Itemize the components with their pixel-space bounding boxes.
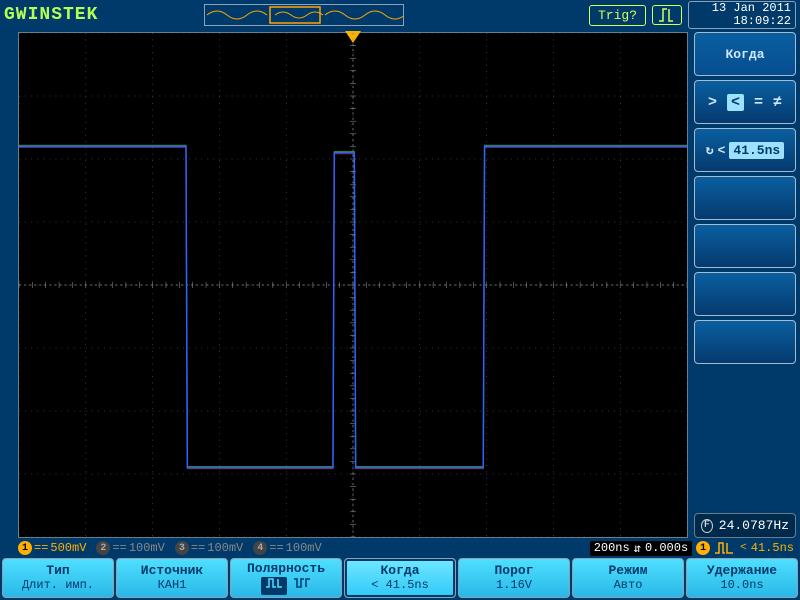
menu-type-label: Тип (46, 563, 69, 578)
trigger-readout: 1 < 41.5ns (696, 541, 794, 555)
polarity-pos-icon (261, 577, 287, 595)
menu-holdoff-sub: 10.0ns (720, 578, 763, 593)
menu-when-sub: < 41.5ns (371, 578, 429, 593)
menu-mode-label: Режим (608, 563, 647, 578)
softkey-title-label: Когда (725, 47, 764, 62)
timebase-readout: 200ns ⇵ 0.000s (590, 541, 692, 556)
ch1-vdiv: 500mV (50, 541, 86, 555)
brand-logo: GWINSTEK (4, 5, 98, 25)
menu-polarity-label: Полярность (247, 561, 325, 576)
menu-source[interactable]: Источник КАН1 (116, 558, 228, 598)
ch2-num: 2 (96, 541, 110, 555)
channel-readout-row: 1 == 500mV 2 == 100mV 3 == 100mV 4 == 10… (0, 540, 800, 556)
ch3-vdiv: 100mV (207, 541, 243, 555)
edge-indicator (652, 5, 682, 25)
menu-source-sub: КАН1 (158, 578, 187, 593)
menu-threshold-label: Порог (494, 563, 533, 578)
softkey-empty-2[interactable] (694, 224, 796, 268)
ch1-num: 1 (18, 541, 32, 555)
polarity-neg-icon (293, 577, 311, 595)
pulse-icon (714, 541, 736, 555)
trig-level-value: 41.5ns (751, 541, 794, 555)
menu-type[interactable]: Тип Длит. имп. (2, 558, 114, 598)
opt-gt: > (708, 94, 717, 111)
menu-polarity[interactable]: Полярность (230, 558, 342, 598)
softkey-empty-3[interactable] (694, 272, 796, 316)
ch1-coupling: == (34, 541, 48, 555)
menu-when-label: Когда (380, 563, 419, 578)
menu-type-sub: Длит. имп. (22, 578, 94, 593)
hpos-value: 0.000s (645, 541, 688, 555)
time: 18:09:22 (693, 15, 791, 28)
menu-threshold[interactable]: Порог 1.16V (458, 558, 570, 598)
menu-source-label: Источник (141, 563, 203, 578)
ch4-readout: 4 == 100mV (253, 541, 327, 555)
ch4-num: 4 (253, 541, 267, 555)
side-menu: Когда > < = ≠ ↻ < 41.5ns F 24.0787Hz (692, 30, 800, 540)
freq-value: 24.0787Hz (719, 518, 789, 533)
datetime: 13 Jan 2011 18:09:22 (688, 1, 796, 29)
opt-eq: = (754, 94, 763, 111)
timebase-value: 200ns (594, 541, 630, 555)
ch4-coupling: == (269, 541, 283, 555)
value-box: 41.5ns (729, 142, 784, 159)
trig-status: Trig? (589, 5, 646, 26)
menu-mode[interactable]: Режим Авто (572, 558, 684, 598)
menu-holdoff-label: Удержание (707, 563, 777, 578)
softkey-title[interactable]: Когда (694, 32, 796, 76)
trig-ch-num: 1 (696, 541, 710, 555)
softkey-empty-1[interactable] (694, 176, 796, 220)
menu-holdoff[interactable]: Удержание 10.0ns (686, 558, 798, 598)
rotary-icon: ↻ (706, 143, 714, 158)
ch3-readout: 3 == 100mV (175, 541, 249, 555)
scope-display[interactable] (18, 32, 688, 538)
hpos-icon: ⇵ (634, 541, 641, 556)
softkey-condition[interactable]: > < = ≠ (694, 80, 796, 124)
freq-readout: F 24.0787Hz (694, 513, 796, 538)
menu-when[interactable]: Когда < 41.5ns (344, 558, 456, 598)
waveform-indicator (204, 4, 404, 26)
ch4-vdiv: 100mV (286, 541, 322, 555)
menu-mode-sub: Авто (614, 578, 643, 593)
menu-threshold-sub: 1.16V (496, 578, 532, 593)
opt-lt: < (727, 94, 744, 111)
ch2-readout: 2 == 100mV (96, 541, 170, 555)
ch2-vdiv: 100mV (129, 541, 165, 555)
ch2-coupling: == (112, 541, 126, 555)
main-area: 1 Когда > < = ≠ ↻ < 41.5ns F (0, 30, 800, 540)
ch3-num: 3 (175, 541, 189, 555)
freq-icon: F (701, 519, 713, 533)
ch1-readout: 1 == 500mV (18, 541, 92, 555)
top-bar: GWINSTEK Trig? 13 Jan 2011 18:09:22 (0, 0, 800, 30)
ch3-coupling: == (191, 541, 205, 555)
softkey-empty-4[interactable] (694, 320, 796, 364)
opt-ne: ≠ (773, 94, 782, 111)
lt-icon: < (718, 143, 726, 158)
bottom-menu: Тип Длит. имп. Источник КАН1 Полярность … (0, 556, 800, 600)
softkey-value[interactable]: ↻ < 41.5ns (694, 128, 796, 172)
scope-svg (19, 33, 687, 537)
